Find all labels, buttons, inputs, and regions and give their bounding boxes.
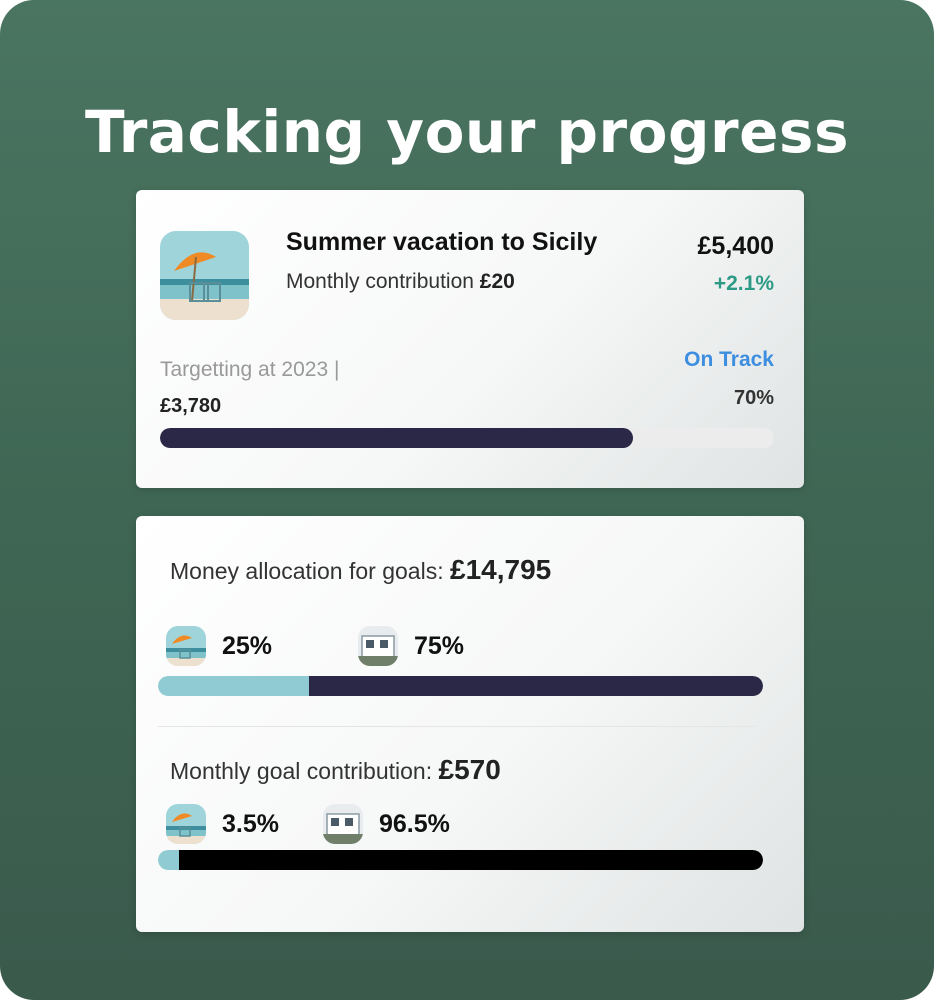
house-icon: [323, 804, 363, 844]
money-legend-house: 75%: [358, 626, 464, 666]
monthly-legend-vacation-value: 3.5%: [222, 809, 279, 838]
monthly-legend-house: 96.5%: [323, 804, 450, 844]
goal-change: +2.1%: [713, 272, 774, 295]
money-segment-2: [309, 676, 763, 696]
monthly-contribution: Monthly contribution £20: [286, 270, 515, 294]
money-segment-1: [158, 676, 310, 696]
monthly-contribution-value: £20: [479, 270, 515, 293]
house-icon: [358, 626, 398, 666]
monthly-contribution-legend: 3.5% 96.5%: [158, 804, 758, 844]
monthly-goal-total: £570: [438, 754, 501, 785]
monthly-legend-vacation: 3.5%: [166, 804, 279, 844]
allocation-card: Money allocation for goals: £14,795 25%: [136, 516, 804, 932]
background-frame: Tracking your progress Summer vacation t…: [0, 0, 934, 1000]
money-allocation: Money allocation for goals: £14,795: [170, 554, 551, 586]
money-legend-house-value: 75%: [414, 631, 465, 660]
beach-vacation-icon: [166, 626, 206, 666]
status-badge: On Track: [684, 348, 774, 371]
beach-vacation-thumbnail: [160, 231, 249, 320]
monthly-legend-house-value: 96.5%: [379, 809, 450, 838]
money-legend-vacation-value: 25%: [222, 631, 273, 660]
goal-title: Summer vacation to Sicily: [286, 228, 598, 256]
monthly-contribution-label: Monthly contribution: [286, 270, 474, 293]
monthly-contribution-bar: [158, 850, 763, 870]
money-allocation-label: Money allocation for goals:: [170, 558, 444, 584]
monthly-goal-contribution: Monthly goal contribution: £570: [170, 754, 501, 786]
beach-vacation-icon: [166, 804, 206, 844]
money-allocation-legend: 25% 75%: [158, 626, 758, 666]
page-title: Tracking your progress: [85, 98, 849, 166]
goal-amount: £5,400: [697, 232, 774, 260]
goal-progress-fill: [160, 428, 633, 448]
goal-card[interactable]: Summer vacation to Sicily Monthly contri…: [136, 190, 804, 488]
monthly-segment-2: [179, 850, 763, 870]
money-allocation-bar: [158, 676, 763, 696]
money-allocation-total: £14,795: [450, 554, 552, 585]
goal-progress-bar: [160, 428, 774, 448]
target-label: Targetting at 2023 |: [160, 358, 340, 381]
saved-amount: £3,780: [160, 395, 222, 417]
money-legend-vacation: 25%: [166, 626, 272, 666]
divider: [158, 726, 756, 727]
monthly-goal-label: Monthly goal contribution:: [170, 758, 433, 784]
progress-percent: 70%: [733, 387, 774, 409]
monthly-segment-1: [158, 850, 180, 870]
